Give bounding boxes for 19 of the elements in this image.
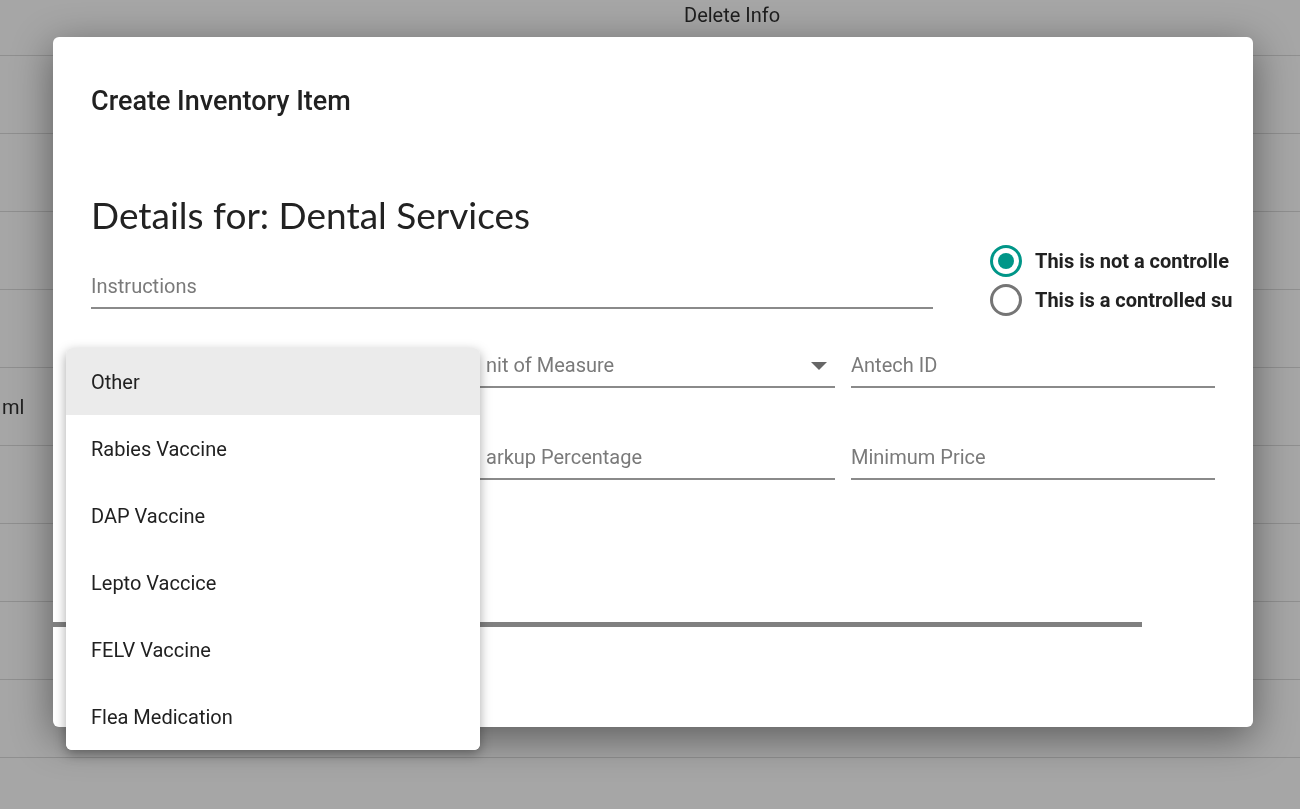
table-cell-text: ml (2, 393, 25, 421)
dialog-title: Create Inventory Item (91, 84, 352, 119)
input-field[interactable]: Minimum Price (851, 436, 1215, 480)
column-header: Delete Info (684, 2, 781, 29)
radio-button[interactable] (990, 284, 1022, 316)
input-field[interactable]: Instructions (91, 265, 933, 309)
menu-item[interactable]: Flea Medication (66, 683, 480, 750)
radio-label: This is not a controlle (1035, 248, 1229, 275)
caret-icon (811, 362, 827, 370)
input-field[interactable]: arkup Percentage (476, 436, 835, 480)
menu-item[interactable]: Lepto Vaccice (66, 549, 480, 616)
radio-button[interactable] (990, 245, 1022, 277)
menu-item[interactable]: Rabies Vaccine (66, 415, 480, 482)
section-heading: Details for: Dental Services (91, 193, 532, 237)
menu-item[interactable]: Other (66, 348, 480, 415)
menu-item[interactable]: FELV Vaccine (66, 616, 480, 683)
menu-item[interactable]: DAP Vaccine (66, 482, 480, 549)
input-field[interactable]: Antech ID (851, 344, 1215, 388)
radio-label: This is a controlled su (1035, 287, 1233, 314)
